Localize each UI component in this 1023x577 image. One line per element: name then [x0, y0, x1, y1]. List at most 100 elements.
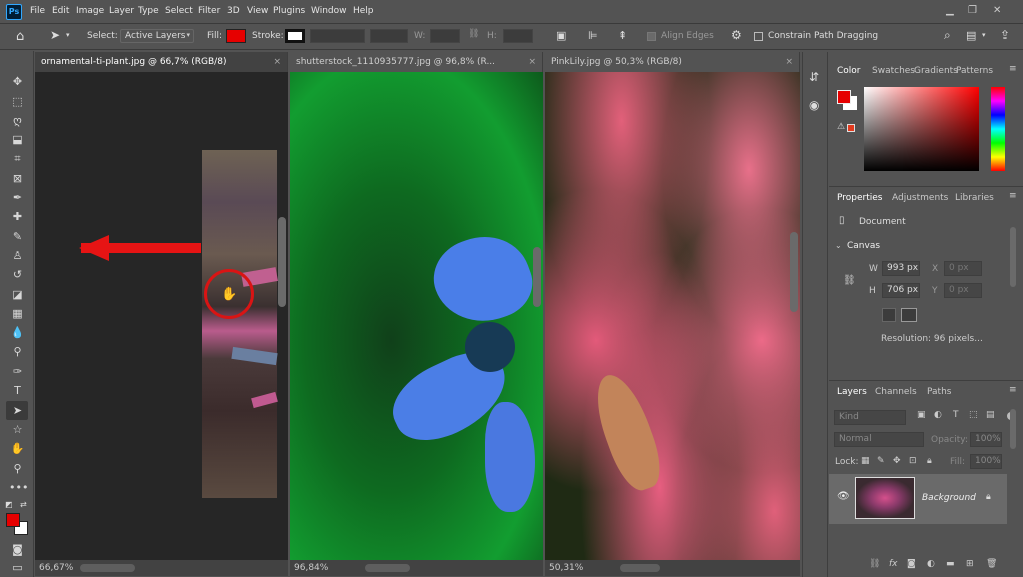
- visibility-eye-icon[interactable]: 👁︎: [837, 491, 850, 502]
- lock-transparent-icon[interactable]: ▦: [861, 456, 870, 466]
- canvas-width-field[interactable]: 993 px: [882, 261, 920, 276]
- menu-plugins[interactable]: Plugins: [273, 6, 305, 16]
- minimize-icon[interactable]: ▁: [946, 5, 954, 16]
- portrait-orientation-icon[interactable]: [882, 308, 896, 322]
- foreground-color-chip[interactable]: [837, 90, 851, 104]
- custom-shape-tool-icon[interactable]: ☆: [9, 421, 26, 438]
- healing-brush-tool-icon[interactable]: ✚: [9, 208, 26, 225]
- zoom-level[interactable]: 96,84%: [294, 563, 328, 573]
- color-field[interactable]: [864, 87, 979, 171]
- lasso-tool-icon[interactable]: ღ: [9, 112, 26, 129]
- pen-tool-icon[interactable]: ✑: [9, 363, 26, 380]
- new-group-icon[interactable]: ▬: [946, 559, 955, 569]
- tab-gradients[interactable]: Gradients: [914, 66, 958, 76]
- lock-artboard-icon[interactable]: ⊡: [909, 456, 917, 466]
- brush-tool-icon[interactable]: ✎: [9, 228, 26, 245]
- tab-layers[interactable]: Layers: [837, 387, 867, 397]
- tab-paths[interactable]: Paths: [927, 387, 951, 397]
- blend-mode-dropdown[interactable]: Normal: [834, 432, 924, 447]
- lock-position-icon[interactable]: ✥: [893, 456, 901, 466]
- path-alignment-icon[interactable]: ⊫: [588, 29, 598, 42]
- chevron-down-icon[interactable]: ⌄: [835, 241, 842, 250]
- menu-filter[interactable]: Filter: [198, 6, 220, 16]
- link-icon[interactable]: ⛓: [468, 29, 479, 39]
- path-operations-icon[interactable]: ▣: [556, 29, 566, 42]
- vertical-scrollbar[interactable]: [533, 247, 541, 307]
- object-selection-tool-icon[interactable]: ⬓: [9, 131, 26, 148]
- hand-tool-icon[interactable]: ✋: [9, 440, 26, 457]
- history-brush-tool-icon[interactable]: ↺: [9, 266, 26, 283]
- tab-patterns[interactable]: Patterns: [956, 66, 993, 76]
- align-edges-checkbox[interactable]: [647, 32, 656, 41]
- horizontal-scrollbar[interactable]: [365, 564, 410, 572]
- height-field[interactable]: [503, 29, 533, 43]
- tab-pinklily[interactable]: PinkLily.jpg @ 50,3% (RGB/8) ×: [545, 52, 800, 72]
- menu-3d[interactable]: 3D: [227, 6, 240, 16]
- vertical-scrollbar[interactable]: [1010, 227, 1016, 287]
- menu-type[interactable]: Type: [138, 6, 159, 16]
- zoom-level[interactable]: 50,31%: [549, 563, 583, 573]
- close-icon[interactable]: ×: [273, 52, 281, 72]
- horizontal-scrollbar[interactable]: [80, 564, 135, 572]
- fill-field[interactable]: 100%: [970, 454, 1002, 469]
- panel-menu-icon[interactable]: ≡: [1009, 191, 1017, 201]
- filter-type-icon[interactable]: T: [953, 410, 959, 420]
- gamut-color-chip[interactable]: [847, 124, 855, 132]
- chevron-down-icon[interactable]: ▾: [66, 31, 70, 39]
- menu-help[interactable]: Help: [353, 6, 374, 16]
- menu-view[interactable]: View: [247, 6, 268, 16]
- lock-all-icon[interactable]: 🔒︎: [927, 456, 932, 466]
- chevron-down-icon[interactable]: ▾: [982, 31, 986, 39]
- swap-colors-icon[interactable]: ⇄: [20, 500, 27, 509]
- document-canvas-pinklily[interactable]: [545, 72, 800, 560]
- trash-icon[interactable]: 🗑︎: [986, 559, 997, 569]
- landscape-orientation-icon[interactable]: [901, 308, 917, 322]
- menu-image[interactable]: Image: [76, 6, 104, 16]
- quick-mask-icon[interactable]: ◙: [9, 541, 26, 558]
- tab-channels[interactable]: Channels: [875, 387, 917, 397]
- hue-slider[interactable]: [991, 87, 1005, 171]
- home-icon[interactable]: ⌂: [16, 29, 24, 44]
- tab-libraries[interactable]: Libraries: [955, 193, 994, 203]
- constrain-checkbox[interactable]: [754, 32, 763, 41]
- menu-file[interactable]: File: [30, 6, 45, 16]
- tab-adjustments[interactable]: Adjustments: [892, 193, 948, 203]
- dodge-tool-icon[interactable]: ⚲: [9, 343, 26, 360]
- filter-smart-object-icon[interactable]: ▤: [986, 410, 995, 420]
- menu-select[interactable]: Select: [165, 6, 193, 16]
- zoom-level[interactable]: 66,67%: [39, 563, 73, 573]
- foreground-color-swatch[interactable]: [6, 513, 20, 527]
- vertical-scrollbar[interactable]: [1010, 409, 1016, 449]
- gradient-tool-icon[interactable]: ▦: [9, 305, 26, 322]
- canvas-y-field[interactable]: 0 px: [944, 283, 982, 298]
- vertical-scrollbar[interactable]: [790, 232, 798, 312]
- tab-color[interactable]: Color: [837, 66, 861, 76]
- actions-panel-icon[interactable]: ◉: [809, 98, 819, 112]
- canvas-height-field[interactable]: 706 px: [882, 283, 920, 298]
- tab-shutterstock[interactable]: shutterstock_1110935777.jpg @ 96,8% (R..…: [290, 52, 543, 72]
- eraser-tool-icon[interactable]: ◪: [9, 286, 26, 303]
- tab-ornamental-ti-plant[interactable]: ornamental-ti-plant.jpg @ 66,7% (RGB/8) …: [35, 52, 288, 72]
- menu-edit[interactable]: Edit: [52, 6, 69, 16]
- layer-kind-filter[interactable]: Kind: [834, 410, 906, 425]
- width-field[interactable]: [430, 29, 460, 43]
- blur-tool-icon[interactable]: 💧: [9, 324, 26, 341]
- link-dimensions-icon[interactable]: ⛓: [843, 275, 856, 286]
- more-tools-icon[interactable]: •••: [9, 479, 28, 496]
- crop-tool-icon[interactable]: ⌗: [9, 150, 26, 167]
- canvas-x-field[interactable]: 0 px: [944, 261, 982, 276]
- stroke-width-field[interactable]: [310, 29, 365, 43]
- screen-mode-icon[interactable]: ▭: [9, 559, 26, 576]
- panel-menu-icon[interactable]: ≡: [1009, 64, 1017, 74]
- stroke-swatch[interactable]: [285, 29, 305, 43]
- move-tool-icon[interactable]: ✥: [9, 73, 26, 90]
- path-arrangement-icon[interactable]: ⇞: [618, 29, 627, 42]
- fill-swatch[interactable]: [226, 29, 246, 43]
- workspace-icon[interactable]: ▤: [966, 29, 976, 42]
- menu-layer[interactable]: Layer: [109, 6, 134, 16]
- zoom-tool-icon[interactable]: ⚲: [9, 460, 26, 477]
- marquee-tool-icon[interactable]: ⬚: [9, 93, 26, 110]
- document-canvas-shutterstock[interactable]: [290, 72, 543, 560]
- horizontal-scrollbar[interactable]: [620, 564, 660, 572]
- select-dropdown[interactable]: Active Layers ▾: [120, 29, 194, 43]
